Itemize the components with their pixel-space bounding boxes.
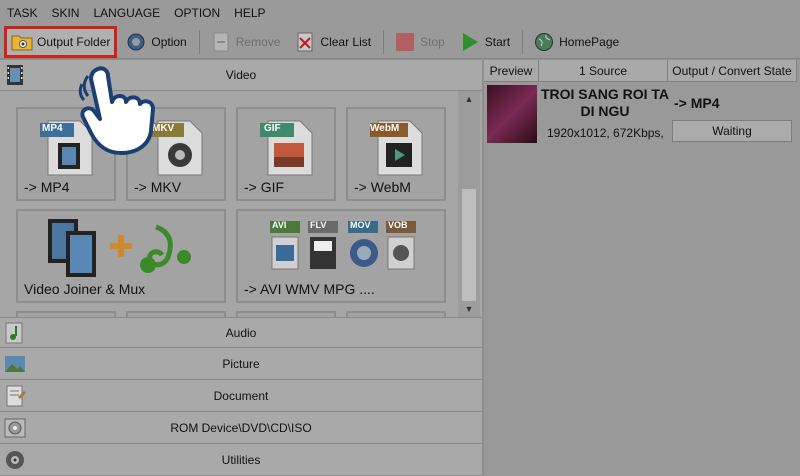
output-format: -> MP4 xyxy=(674,95,720,111)
output-folder-button[interactable]: Output Folder xyxy=(4,26,118,58)
menu-bar: TASK SKIN LANGUAGE OPTION HELP xyxy=(0,0,800,26)
tile-webm[interactable]: WebM -> WebM xyxy=(346,107,446,201)
tile-mp4-label: -> MP4 xyxy=(24,179,70,195)
menu-task[interactable]: TASK xyxy=(0,6,44,20)
vob-badge: VOB xyxy=(388,220,408,230)
disc-drive-icon xyxy=(4,417,28,439)
video-thumbnail xyxy=(487,85,537,143)
option-button[interactable]: Option xyxy=(119,28,192,56)
video-category-label: Video xyxy=(225,68,257,82)
tile-avi-wmv-mpg-label: -> AVI WMV MPG .... xyxy=(244,281,375,297)
stop-icon xyxy=(394,31,416,53)
scroll-thumb[interactable] xyxy=(462,189,476,301)
pointing-hand-icon xyxy=(78,66,155,155)
homepage-button[interactable]: HomePage xyxy=(527,28,625,56)
option-label: Option xyxy=(151,35,187,49)
clear-list-label: Clear List xyxy=(320,35,372,49)
utilities-icon xyxy=(4,449,28,471)
source-title: TROI SANG ROI TA DI NGU xyxy=(540,86,670,119)
task-list-panel: Preview 1 Source Output / Convert State … xyxy=(484,60,800,476)
picture-category-header[interactable]: Picture xyxy=(0,349,482,380)
tiles-scrollbar[interactable]: ▲ ▼ xyxy=(458,91,480,317)
start-label: Start xyxy=(484,35,511,49)
convert-state: Waiting xyxy=(672,120,792,142)
film-icon xyxy=(4,64,28,86)
toolbar-separator xyxy=(198,30,200,54)
avi-badge: AVI xyxy=(272,220,287,230)
menu-language[interactable]: LANGUAGE xyxy=(86,6,167,20)
gear-icon xyxy=(125,31,147,53)
task-row[interactable]: TROI SANG ROI TA DI NGU 1920x1012, 672Kb… xyxy=(484,82,800,148)
picture-icon xyxy=(4,353,28,375)
menu-help[interactable]: HELP xyxy=(227,6,272,20)
output-folder-label: Output Folder xyxy=(37,35,111,49)
remove-label: Remove xyxy=(235,35,281,49)
document-category-label: Document xyxy=(213,389,269,403)
source-column-header[interactable]: 1 Source xyxy=(539,60,668,82)
stop-label: Stop xyxy=(420,35,445,49)
document-icon xyxy=(4,385,28,407)
scroll-down-arrow-icon[interactable]: ▼ xyxy=(458,301,480,317)
rom-category-label: ROM Device\DVD\CD\ISO xyxy=(170,421,312,435)
rom-category-header[interactable]: ROM Device\DVD\CD\ISO xyxy=(0,413,482,444)
toolbar-separator xyxy=(522,30,524,54)
gif-badge: GIF xyxy=(264,123,281,134)
tile-video-joiner[interactable]: Video Joiner & Mux xyxy=(16,209,226,303)
mp4-badge: MP4 xyxy=(42,123,63,134)
source-info: 1920x1012, 672Kbps, € xyxy=(547,126,665,140)
tile-gif-label: -> GIF xyxy=(244,179,285,195)
audio-category-header[interactable]: Audio xyxy=(0,317,482,348)
tile-webm-label: -> WebM xyxy=(354,179,411,195)
music-note-icon xyxy=(4,322,28,344)
utilities-category-label: Utilities xyxy=(221,453,261,467)
document-category-header[interactable]: Document xyxy=(0,381,482,412)
globe-icon xyxy=(533,31,555,53)
tile-video-joiner-label: Video Joiner & Mux xyxy=(24,281,146,297)
scroll-up-arrow-icon[interactable]: ▲ xyxy=(458,91,480,107)
tile-avi-wmv-mpg[interactable]: AVI FLV MOV VOB -> AVI WMV MPG .... xyxy=(236,209,446,303)
menu-option[interactable]: OPTION xyxy=(167,6,227,20)
homepage-label: HomePage xyxy=(559,35,620,49)
menu-skin[interactable]: SKIN xyxy=(44,6,86,20)
toolbar: Output Folder Option Remove Clear List S… xyxy=(0,26,800,59)
preview-column-header[interactable]: Preview xyxy=(484,60,539,82)
video-category-header[interactable]: Video xyxy=(0,60,482,91)
tile-mkv-label: -> MKV xyxy=(134,179,182,195)
remove-button[interactable]: Remove xyxy=(204,28,287,56)
start-button[interactable]: Start xyxy=(453,28,516,56)
remove-icon xyxy=(210,31,232,53)
tile-gif[interactable]: GIF -> GIF xyxy=(236,107,336,201)
category-panel: Video MP4 -> MP4 MKV -> MKV GIF -> GIF W… xyxy=(0,60,482,476)
mov-badge: MOV xyxy=(350,220,371,230)
joiner-icon xyxy=(48,219,191,277)
stop-button[interactable]: Stop xyxy=(388,28,451,56)
play-icon xyxy=(459,31,481,53)
toolbar-separator xyxy=(383,30,385,54)
video-tiles-grid: MP4 -> MP4 MKV -> MKV GIF -> GIF WebM ->… xyxy=(0,91,458,317)
clear-list-icon xyxy=(294,31,316,53)
folder-icon xyxy=(11,31,33,53)
webm-badge: WebM xyxy=(370,123,400,134)
flv-badge: FLV xyxy=(310,220,327,230)
audio-category-label: Audio xyxy=(225,325,257,340)
output-column-header[interactable]: Output / Convert State xyxy=(668,60,797,82)
utilities-category-header[interactable]: Utilities xyxy=(0,445,482,476)
clear-list-button[interactable]: Clear List xyxy=(288,28,377,56)
picture-category-label: Picture xyxy=(222,357,260,371)
